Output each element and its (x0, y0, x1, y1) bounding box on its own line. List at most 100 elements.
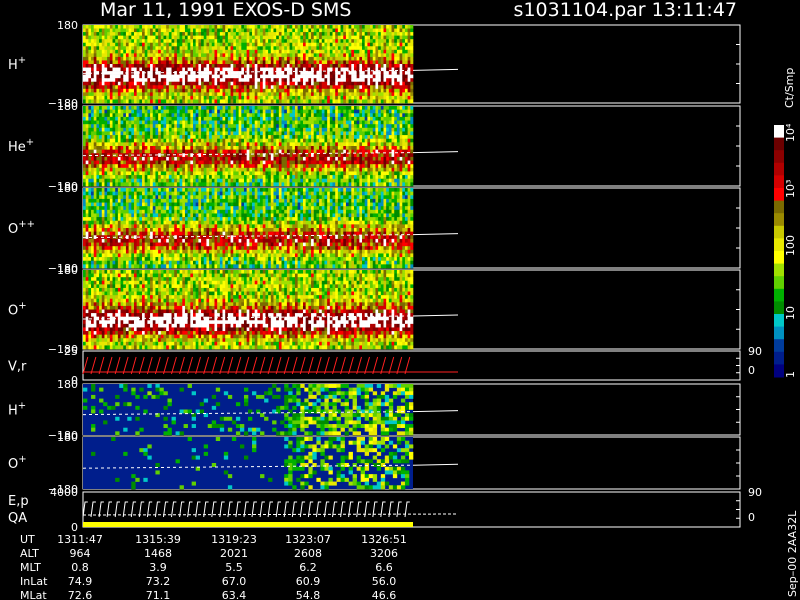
heatmap-cell (117, 42, 121, 47)
heatmap-cell (235, 135, 239, 140)
heatmap-cell (260, 153, 264, 158)
heatmap-cell (311, 32, 315, 36)
heatmap-cell (160, 78, 164, 83)
heatmap-cell (372, 99, 376, 104)
heatmap-cell (136, 39, 140, 44)
heatmap-cell (104, 131, 108, 136)
heatmap-cell (171, 28, 175, 33)
heatmap-cell (184, 81, 188, 86)
heatmap-cell (273, 156, 277, 161)
heatmap-cell (329, 160, 333, 165)
heatmap-cell (85, 142, 89, 147)
heatmap-cell (340, 171, 344, 176)
heatmap-cell (142, 131, 145, 136)
heatmap-cell (329, 175, 333, 180)
heatmap-cell (112, 42, 116, 47)
heatmap-cell (249, 39, 253, 44)
heatmap-cell (254, 95, 258, 100)
heatmap-cell (394, 53, 398, 58)
heatmap-cell (168, 35, 172, 40)
heatmap-cell (337, 135, 341, 140)
heatmap-cell (402, 64, 406, 68)
heatmap-cell (174, 164, 178, 169)
heatmap-cell (292, 167, 296, 172)
heatmap-cell (337, 81, 341, 86)
heatmap-cell (163, 78, 167, 83)
heatmap-cell (184, 156, 188, 161)
heatmap-cell (217, 156, 221, 161)
heatmap-cell (96, 178, 100, 183)
heatmap-cell (166, 81, 170, 86)
heatmap-cell (174, 28, 178, 33)
heatmap-cell (182, 164, 186, 169)
heatmap-cell (85, 25, 89, 29)
heatmap-cell (335, 35, 339, 40)
heatmap-cell (340, 64, 344, 68)
heatmap-cell (257, 99, 261, 104)
heatmap-cell (101, 99, 105, 104)
heatmap-cell (88, 175, 92, 180)
heatmap-cell (88, 95, 92, 100)
heatmap-cell (303, 53, 306, 58)
heatmap-cell (83, 64, 86, 68)
heatmap-cell (337, 60, 341, 65)
heatmap-cell (289, 42, 293, 47)
heatmap-cell (340, 28, 344, 33)
heatmap-cell (254, 156, 258, 161)
heatmap-cell (88, 85, 92, 90)
heatmap-cell (123, 74, 127, 79)
heatmap-cell (362, 46, 365, 51)
heatmap-cell (101, 60, 105, 65)
heatmap-cell (270, 99, 274, 104)
heatmap-cell (252, 106, 255, 110)
heatmap-cell (394, 39, 398, 44)
heatmap-cell (329, 109, 333, 114)
heatmap-cell (319, 46, 323, 51)
heatmap-cell (335, 95, 339, 100)
heatmap-cell (158, 167, 162, 172)
heatmap-cell (243, 78, 247, 83)
heatmap-cell (158, 46, 162, 51)
heatmap-cell (107, 53, 111, 58)
heatmap-cell (278, 60, 282, 65)
heatmap-cell (305, 146, 309, 150)
heatmap-cell (187, 78, 191, 83)
heatmap-cell (214, 156, 218, 161)
heatmap-cell (203, 131, 207, 136)
heatmap-cell (303, 116, 306, 121)
heatmap-cell (96, 85, 100, 90)
heatmap-cell (171, 156, 175, 161)
heatmap-cell (144, 138, 148, 143)
heatmap-cell (388, 32, 392, 36)
heatmap-cell (211, 127, 215, 132)
heatmap-cell (289, 160, 293, 165)
heatmap-cell (380, 95, 384, 100)
heatmap-cell (206, 60, 210, 65)
heatmap-cell (305, 160, 309, 165)
heatmap-cell (343, 99, 347, 104)
heatmap-cell (340, 85, 344, 90)
heatmap-cell (184, 42, 188, 47)
heatmap-cell (273, 81, 277, 86)
heatmap-cell (276, 53, 280, 58)
heatmap-cell (139, 85, 143, 90)
heatmap-cell (198, 182, 202, 187)
heatmap-cell (131, 156, 135, 161)
heatmap-cell (128, 60, 132, 65)
heatmap-cell (321, 85, 325, 90)
heatmap-cell (184, 78, 188, 83)
heatmap-cell (219, 64, 223, 68)
heatmap-cell (305, 74, 309, 79)
heatmap-cell (311, 120, 315, 125)
heatmap-cell (260, 49, 264, 54)
heatmap-cell (195, 81, 199, 86)
heatmap-cell (270, 25, 274, 29)
heatmap-cell (150, 175, 154, 180)
heatmap-cell (88, 78, 92, 83)
heatmap-cell (337, 120, 341, 125)
heatmap-cell (308, 146, 312, 150)
heatmap-cell (214, 28, 218, 33)
heatmap-cell (158, 138, 162, 143)
heatmap-cell (391, 56, 395, 61)
heatmap-cell (88, 109, 92, 114)
